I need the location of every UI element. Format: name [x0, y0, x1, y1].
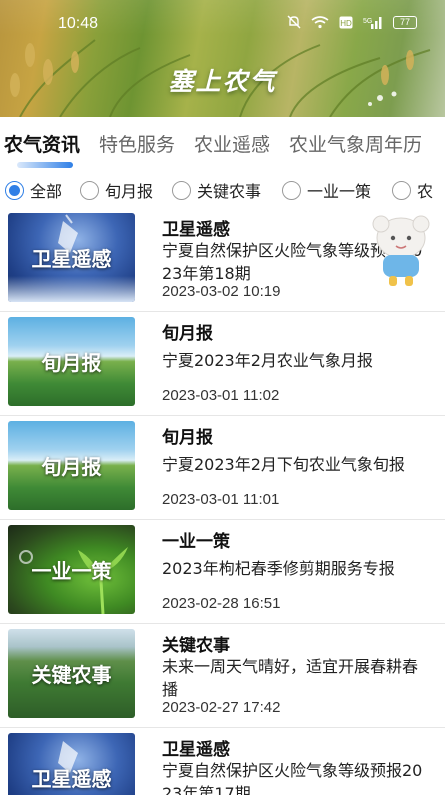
thumbnail-field: 旬月报	[8, 421, 135, 510]
list-item[interactable]: 旬月报 旬月报 宁夏2023年2月下旬农业气象旬报 2023-03-01 11:…	[0, 416, 445, 520]
mute-icon	[287, 15, 301, 29]
tab-annual-calendar[interactable]: 农业气象周年历	[289, 130, 422, 157]
radio-unchecked-icon	[282, 180, 301, 200]
radio-unchecked-icon	[392, 180, 411, 200]
filter-label: 关键农事	[197, 182, 262, 201]
status-bar: 10:48 HD 5G 77	[0, 0, 445, 46]
category-tabs: 农气资讯 特色服务 农业遥感 农业气象周年历	[0, 124, 445, 172]
thumbnail-sprout: 一业一策	[8, 525, 135, 614]
app-screen: 10:48 HD 5G 77 塞上农气 农气资讯 特色服务 农业遥感 农业气象周…	[0, 0, 445, 795]
filter-one-industry[interactable]: 一业一策	[282, 178, 371, 202]
active-tab-indicator	[17, 162, 73, 168]
item-title: 旬月报	[162, 324, 213, 344]
filter-label: 一业一策	[307, 182, 372, 201]
filter-more[interactable]: 农	[392, 178, 433, 202]
item-summary: 2023年枸杞春季修剪期服务专报	[162, 559, 395, 578]
thumb-label: 卫星遥感	[31, 767, 112, 791]
radio-unchecked-icon	[80, 180, 99, 200]
thumb-label: 旬月报	[41, 455, 102, 479]
header-banner: 10:48 HD 5G 77 塞上农气	[0, 0, 445, 117]
list-item[interactable]: 旬月报 旬月报 宁夏2023年2月农业气象月报 2023-03-01 11:02	[0, 312, 445, 416]
tab-remote-sensing[interactable]: 农业遥感	[194, 130, 270, 157]
thumb-label: 旬月报	[41, 351, 102, 375]
filter-label: 农	[417, 182, 434, 201]
filter-all[interactable]: 全部	[5, 178, 62, 202]
mascot-icon[interactable]	[365, 210, 437, 290]
item-date: 2023-03-02 10:19	[162, 283, 281, 300]
filter-label: 全部	[30, 182, 63, 201]
list-item[interactable]: 一业一策 一业一策 2023年枸杞春季修剪期服务专报 2023-02-28 16…	[0, 520, 445, 624]
item-title: 关键农事	[162, 636, 230, 656]
item-date: 2023-03-01 11:01	[162, 491, 280, 508]
filter-key-farming[interactable]: 关键农事	[172, 178, 261, 202]
thumbnail-crop: 关键农事	[8, 629, 135, 718]
battery-icon: 77	[393, 15, 417, 29]
list-item[interactable]: 卫星遥感 卫星遥感 宁夏自然保护区火险气象等级预报2023年第17期	[0, 728, 445, 795]
tab-special-service[interactable]: 特色服务	[99, 130, 175, 157]
thumbnail-field: 旬月报	[8, 317, 135, 406]
thumb-label: 卫星遥感	[31, 247, 112, 271]
radio-unchecked-icon	[172, 180, 191, 200]
filter-label: 旬月报	[105, 182, 154, 201]
banner-title: 塞上农气	[168, 67, 277, 96]
tab-nongqi-news[interactable]: 农气资讯	[4, 130, 80, 157]
svg-text:5G: 5G	[363, 18, 372, 25]
thumbnail-satellite: 卫星遥感	[8, 213, 135, 302]
item-title: 卫星遥感	[162, 740, 230, 760]
thumbnail-satellite: 卫星遥感	[8, 733, 135, 795]
filter-radio-group: 全部 旬月报 关键农事 一业一策 农	[0, 176, 445, 204]
signal-icon: 5G	[363, 17, 382, 29]
item-summary: 宁夏2023年2月下旬农业气象旬报	[162, 455, 405, 474]
item-summary: 宁夏2023年2月农业气象月报	[162, 351, 373, 370]
item-title: 一业一策	[162, 532, 230, 552]
thumb-label: 一业一策	[31, 559, 112, 583]
item-summary: 宁夏自然保护区火险气象等级预报2023年第17期	[162, 761, 423, 795]
hd-icon: HD	[339, 16, 353, 28]
item-date: 2023-02-27 17:42	[162, 699, 281, 716]
wifi-icon	[311, 16, 329, 29]
svg-text:HD: HD	[340, 19, 352, 28]
status-icons: HD 5G 77	[287, 15, 417, 29]
list-item[interactable]: 关键农事 关键农事 未来一周天气晴好，适宜开展春耕春播 2023-02-27 1…	[0, 624, 445, 728]
thumb-label: 关键农事	[31, 663, 112, 687]
item-date: 2023-03-01 11:02	[162, 387, 280, 404]
item-summary: 未来一周天气晴好，适宜开展春耕春播	[162, 657, 419, 699]
item-title: 卫星遥感	[162, 220, 230, 240]
item-title: 旬月报	[162, 428, 213, 448]
filter-xunyuebao[interactable]: 旬月报	[80, 178, 153, 202]
status-time: 10:48	[58, 15, 99, 32]
news-list: 卫星遥感 卫星遥感 宁夏自然保护区火险气象等级预报2023年第18期 2023-…	[0, 208, 445, 795]
radio-checked-icon	[5, 180, 24, 200]
item-date: 2023-02-28 16:51	[162, 595, 281, 612]
